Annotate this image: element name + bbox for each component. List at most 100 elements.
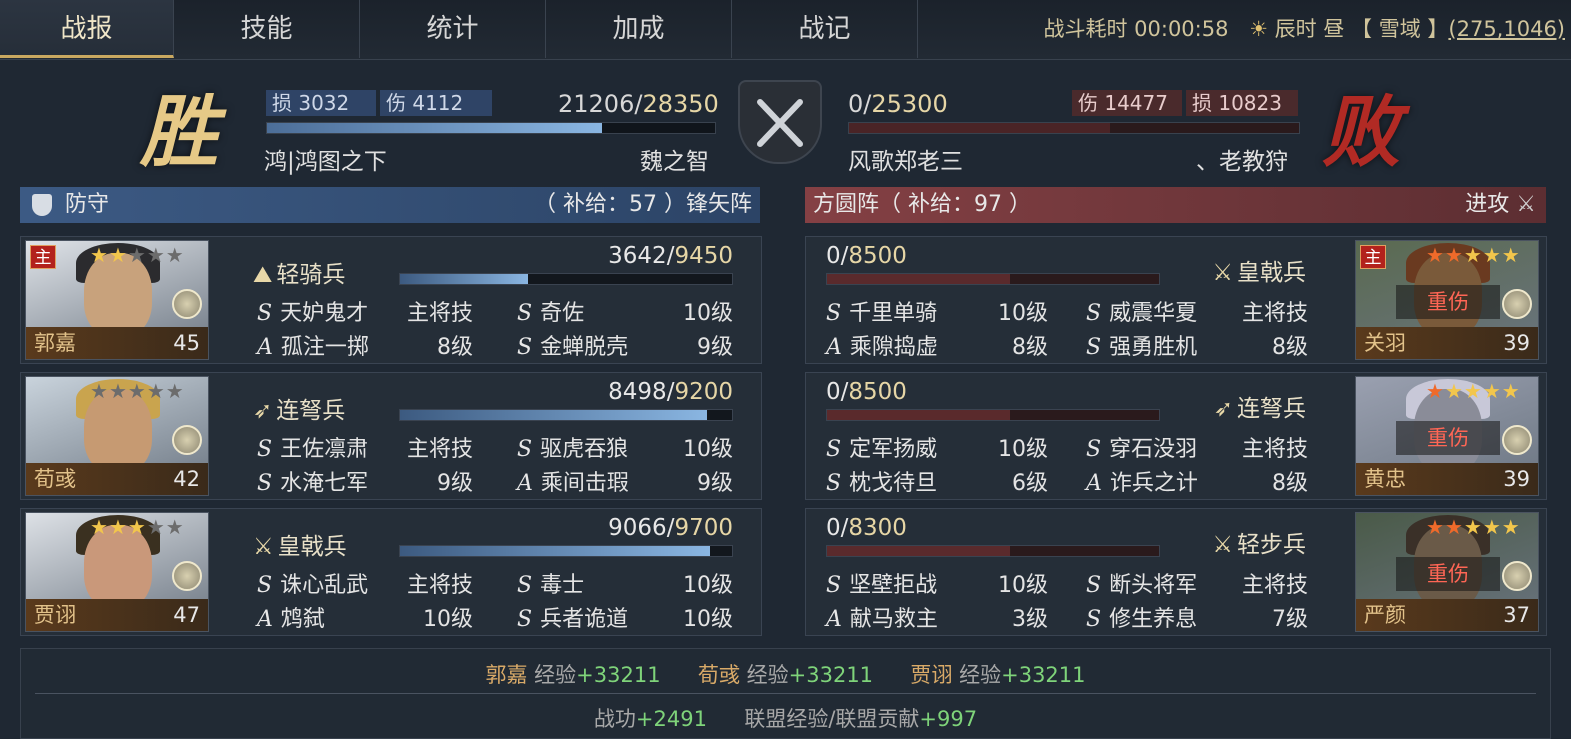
troop-type-icon: ⚔ [1212, 532, 1233, 558]
skill-entry[interactable]: S 金蝉脱壳 [517, 329, 628, 361]
troop-count: 0/8500 [826, 379, 907, 405]
right-player: 风歌郑老三 [848, 149, 963, 175]
duration-label: 战斗耗时 [1043, 17, 1128, 41]
skill-entry[interactable]: S 王佐凛肃 [257, 431, 368, 463]
skill-level: 9级 [697, 335, 733, 360]
right-stance: 进攻 [1465, 192, 1510, 217]
skill-entry[interactable]: S 定军扬威 [826, 431, 937, 463]
injury-status: 重伤 [1396, 557, 1500, 591]
alliance-value: +997 [919, 707, 978, 731]
skill-level: 主将技 [406, 301, 473, 326]
battle-info: 战斗耗时 00:00:58 ☀ 辰时 昼 【 雪域 】(275,1046) [1043, 0, 1565, 58]
skill-entry[interactable]: A 鸩弑 [257, 601, 325, 633]
skill-entry[interactable]: S 诛心乱武 [257, 567, 368, 599]
general-level: 39 [1503, 467, 1530, 491]
time-of-day: 辰时 昼 [1274, 17, 1345, 41]
troop-type-icon: ⚔ [1212, 260, 1233, 286]
seal-icon [172, 561, 202, 591]
right-formation: 方圆阵（ 补给：97 ） [813, 192, 1031, 217]
left-stance: 防守 [65, 192, 110, 217]
general-portrait[interactable]: ★★★★★ 主 重伤 关羽 39 [1355, 240, 1539, 360]
skill-level: 10级 [423, 607, 473, 632]
general-card[interactable]: ★★★★★ 重伤 黄忠 39 0/8500 ➶ 连弩兵 S 定军扬威 10级 S 穿石没羽… [805, 372, 1547, 500]
skill-entry[interactable]: S 毒士 [517, 567, 584, 599]
tab-statistics[interactable]: 统计 [360, 0, 546, 58]
troop-bar [399, 273, 733, 285]
general-card[interactable]: ★★★★★ 重伤 严颜 37 0/8300 ⚔ 轻步兵 S 坚壁拒战 10级 S 断头将军… [805, 508, 1547, 636]
seal-icon [1502, 289, 1532, 319]
skill-level: 10级 [683, 301, 733, 326]
seal-icon [172, 425, 202, 455]
right-loss-stat: 损 10823 [1186, 90, 1298, 116]
left-troop-bar [266, 122, 716, 134]
general-level: 45 [173, 331, 200, 355]
skill-entry[interactable]: S 断头将军 [1086, 567, 1197, 599]
right-damage-stat: 伤 14477 [1072, 90, 1182, 116]
right-troops: 0/25300 [848, 90, 948, 118]
skill-entry[interactable]: S 兵者诡道 [517, 601, 628, 633]
general-portrait[interactable]: ★★★★★ 重伤 黄忠 39 [1355, 376, 1539, 496]
skill-level: 10级 [683, 607, 733, 632]
main-general-badge: 主 [30, 245, 56, 269]
left-guild: 鸿|鸿图之下 [264, 149, 387, 175]
seal-icon [1502, 561, 1532, 591]
shield-icon [32, 194, 52, 216]
skill-entry[interactable]: S 天妒鬼才 [257, 295, 368, 327]
coords-link[interactable]: (275,1046) [1448, 17, 1565, 41]
troop-type: ➶ 连弩兵 [253, 398, 346, 424]
general-level: 37 [1503, 603, 1530, 627]
skill-level: 8级 [1012, 335, 1048, 360]
skill-level: 10级 [998, 437, 1048, 462]
skill-entry[interactable]: S 修生养息 [1086, 601, 1197, 633]
skill-entry[interactable]: S 驱虎吞狼 [517, 431, 628, 463]
tab-battle-log[interactable]: 战记 [732, 0, 918, 58]
merit-value: +2491 [635, 707, 707, 731]
skill-entry[interactable]: A 献马救主 [826, 601, 938, 633]
tab-skills[interactable]: 技能 [174, 0, 360, 58]
tab-battle-report[interactable]: 战报 [0, 0, 174, 58]
general-level: 42 [173, 467, 200, 491]
tab-bonus[interactable]: 加成 [546, 0, 732, 58]
seal-icon [1502, 425, 1532, 455]
general-card[interactable]: ★★★★★ 主 重伤 关羽 39 0/8500 ⚔ 皇戟兵 S 千里单骑 10级 S 威震… [805, 236, 1547, 364]
general-portrait[interactable]: ★★★★★ 荀彧 42 [25, 376, 209, 496]
general-portrait[interactable]: ★★★★★ 主 郭嘉 45 [25, 240, 209, 360]
skill-entry[interactable]: S 枕戈待旦 [826, 465, 937, 497]
skill-entry[interactable]: A 乘间击瑕 [517, 465, 629, 497]
skill-entry[interactable]: S 奇佐 [517, 295, 584, 327]
skill-entry[interactable]: S 水淹七军 [257, 465, 368, 497]
skill-entry[interactable]: A 孤注一掷 [257, 329, 369, 361]
troop-type: ⛰ 轻骑兵 [253, 262, 346, 288]
star-rating: ★★★★★ [1426, 243, 1521, 267]
injury-status: 重伤 [1396, 285, 1500, 319]
left-side-header: 防守 （ 补给：57 ）锋矢阵 [20, 187, 760, 223]
general-card[interactable]: ★★★★★ 荀彧 42 ➶ 连弩兵 8498/9200 S 王佐凛肃 主将技 S 驱虎吞… [20, 372, 762, 500]
troop-type: ⚔ 轻步兵 [1212, 532, 1306, 558]
seal-icon [172, 289, 202, 319]
skill-entry[interactable]: S 强勇胜机 [1086, 329, 1197, 361]
sun-icon: ☀ [1249, 17, 1268, 41]
troop-type-icon: ⛰ [253, 262, 273, 288]
general-card[interactable]: ★★★★★ 贾诩 47 ⚔ 皇戟兵 9066/9700 S 诛心乱武 主将技 S 毒士 … [20, 508, 762, 636]
skill-entry[interactable]: S 穿石没羽 [1086, 431, 1197, 463]
skill-level: 主将技 [1241, 301, 1308, 326]
general-card[interactable]: ★★★★★ 主 郭嘉 45 ⛰ 轻骑兵 3642/9450 S 天妒鬼才 主将技 S 奇… [20, 236, 762, 364]
general-portrait[interactable]: ★★★★★ 贾诩 47 [25, 512, 209, 632]
duration-value: 00:00:58 [1134, 17, 1229, 41]
skill-entry[interactable]: S 坚壁拒战 [826, 567, 937, 599]
skill-entry[interactable]: A 诈兵之计 [1086, 465, 1198, 497]
troop-count: 9066/9700 [608, 515, 733, 541]
general-portrait[interactable]: ★★★★★ 重伤 严颜 37 [1355, 512, 1539, 632]
troop-count: 3642/9450 [608, 243, 733, 269]
skill-entry[interactable]: S 千里单骑 [826, 295, 937, 327]
right-guild: 、老教狩 [1196, 149, 1288, 175]
exp-general-name: 荀彧 [697, 663, 740, 687]
star-rating: ★★★★★ [90, 379, 185, 403]
skill-level: 10级 [998, 301, 1048, 326]
skill-level: 主将技 [406, 573, 473, 598]
skill-entry[interactable]: A 乘隙捣虚 [826, 329, 938, 361]
skill-entry[interactable]: S 威震华夏 [1086, 295, 1197, 327]
skill-level: 8级 [437, 335, 473, 360]
rewards-panel: 郭嘉 经验+33211 荀彧 经验+33211 贾诩 经验+33211 战功+2… [20, 648, 1551, 739]
star-rating: ★★★★★ [1426, 379, 1521, 403]
